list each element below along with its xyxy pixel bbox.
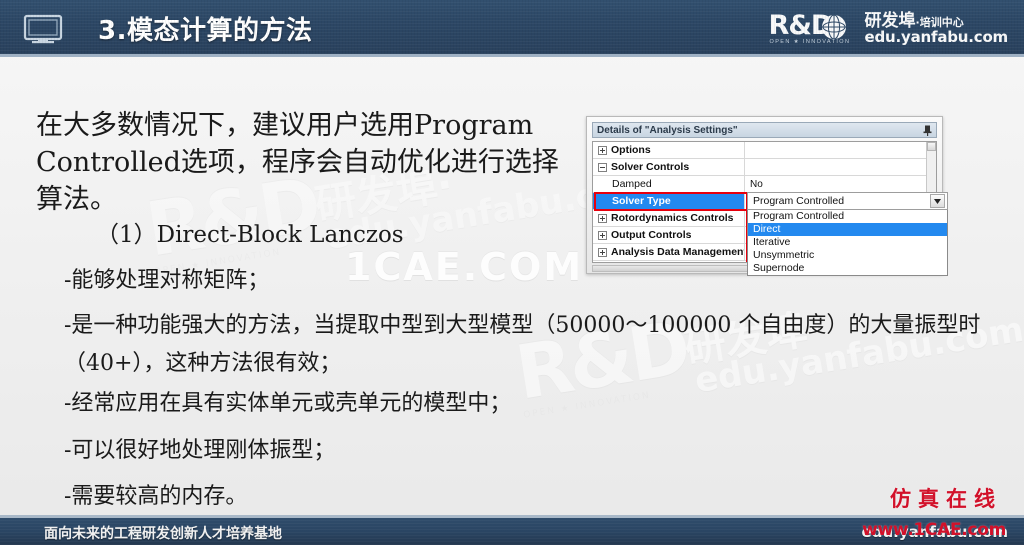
dropdown-option[interactable]: Unsymmetric — [748, 249, 947, 262]
row-label: Solver Type — [612, 195, 671, 207]
row-label-cell: Rotordynamics Controls — [593, 210, 745, 226]
row-value[interactable] — [745, 159, 926, 175]
slide-header: 3.模态计算的方法 R&D OPEN ★ INNOVATION 研发埠·培训中心 — [0, 0, 1024, 57]
row-label-cell: Output Controls — [593, 227, 745, 243]
bullet-1: -能够处理对称矩阵； — [64, 268, 270, 293]
dropdown-option[interactable]: Program Controlled — [748, 210, 947, 223]
dialog-title-bar: Details of "Analysis Settings" — [592, 122, 937, 138]
dialog-title-text: Details of "Analysis Settings" — [597, 124, 738, 136]
solver-type-value: Program Controlled — [753, 195, 845, 207]
logo-url: edu.yanfabu.com — [864, 28, 1009, 47]
row-label: Rotordynamics Controls — [611, 212, 734, 224]
dropdown-option-direct[interactable]: Direct — [748, 223, 947, 236]
properties-grid: Options Solver Controls Damped No Solver… — [593, 142, 948, 276]
chevron-down-icon[interactable] — [930, 194, 945, 208]
solver-type-option-list[interactable]: Program Controlled Direct Iterative Unsy… — [747, 210, 948, 276]
monitor-icon — [23, 14, 63, 44]
row-label-cell: Analysis Data Management — [593, 244, 745, 260]
row-label-cell: Solver Controls — [593, 159, 745, 175]
watermark-red-cn: 仿真在线 — [890, 487, 1002, 511]
row-label: Analysis Data Management — [611, 246, 744, 258]
row-value[interactable] — [745, 142, 926, 158]
row-label-cell: Options — [593, 142, 745, 158]
bullet-3: -经常应用在具有实体单元或壳单元的模型中； — [64, 391, 512, 416]
row-label: Solver Controls — [611, 161, 690, 173]
lead-paragraph: 在大多数情况下，建议用户选用Program Controlled选项，程序会自动… — [36, 110, 559, 215]
globe-icon — [821, 14, 846, 40]
table-row[interactable]: Damped No — [593, 176, 926, 193]
page-title: 3.模态计算的方法 — [98, 16, 313, 46]
bullet-5: -需要较高的内存。 — [64, 484, 248, 509]
brand-logo: R&D OPEN ★ INNOVATION 研发埠·培训中心 edu.yanfa… — [769, 8, 1009, 50]
table-row[interactable]: Options — [593, 142, 926, 159]
expander-plus-icon[interactable] — [598, 230, 607, 240]
row-label-cell: Damped — [593, 176, 745, 192]
row-label: Options — [611, 144, 651, 156]
pin-icon[interactable] — [923, 125, 932, 136]
bullet-2: -是一种功能强大的方法，当提取中型到大型模型（50000～100000 个自由度… — [64, 313, 981, 376]
bullet-4: -可以很好地处理刚体振型； — [64, 438, 336, 463]
expander-plus-icon[interactable] — [598, 213, 607, 223]
table-row[interactable]: Solver Controls — [593, 159, 926, 176]
expander-plus-icon[interactable] — [598, 145, 607, 155]
logo-text-block: 研发埠·培训中心 edu.yanfabu.com — [864, 12, 1009, 47]
logo-tagline: OPEN ★ INNOVATION — [769, 39, 851, 45]
expander-plus-icon[interactable] — [598, 247, 607, 257]
expander-minus-icon[interactable] — [598, 162, 607, 172]
row-value[interactable]: No — [745, 176, 926, 192]
analysis-settings-dialog[interactable]: Details of "Analysis Settings" Options S… — [586, 116, 948, 276]
row-label: Damped — [612, 178, 652, 190]
solver-type-dropdown[interactable]: Program Controlled — [747, 192, 948, 210]
watermark-red-url: www.1CAE.com — [862, 520, 1006, 540]
dropdown-option[interactable]: Iterative — [748, 236, 947, 249]
footer-slogan: 面向未来的工程研发创新人才培养基地 — [44, 526, 282, 542]
slide: R&D OPEN ★ INNOVATION 研发埠· edu.yanfabu.c… — [0, 0, 1024, 545]
dropdown-option[interactable]: Supernode — [748, 262, 947, 275]
scroll-up-button[interactable] — [927, 142, 936, 151]
dialog-body: Options Solver Controls Damped No Solver… — [592, 141, 948, 276]
item-1-heading: （1）Direct-Block Lanczos — [96, 222, 404, 248]
logo-mark: R&D OPEN ★ INNOVATION — [769, 12, 857, 46]
row-label-cell: Solver Type — [593, 193, 745, 209]
row-label: Output Controls — [611, 229, 692, 241]
